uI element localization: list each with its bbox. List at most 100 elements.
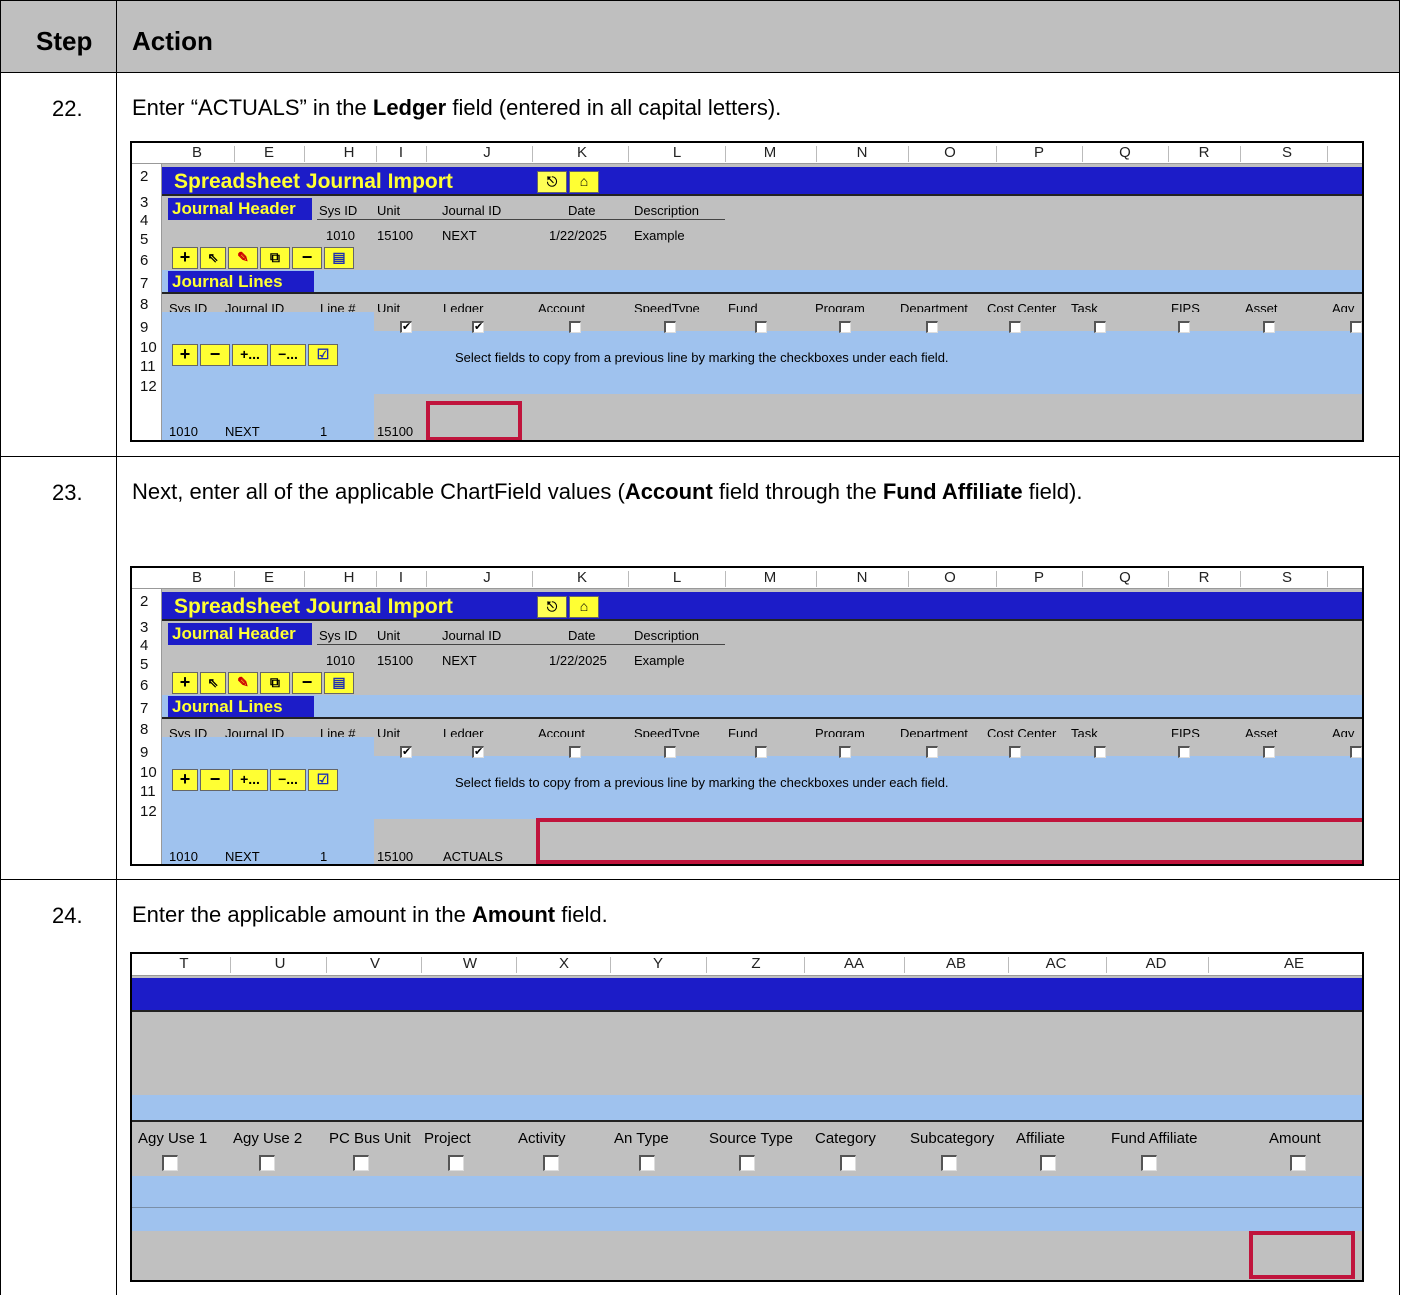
field-fund-affiliate: Fund Affiliate [1111, 1130, 1198, 1147]
checkbox-unit[interactable]: ✔ [400, 746, 412, 758]
chartfield-cells-highlight[interactable] [536, 818, 1362, 864]
copy-icon[interactable]: ⧉ [260, 672, 290, 694]
checkbox-speedtype[interactable] [664, 746, 676, 758]
title-bar [132, 978, 1362, 1010]
checkbox-amount[interactable] [1290, 1155, 1306, 1171]
copy-hint: Select fields to copy from a previous li… [455, 350, 949, 365]
field-agy-use-2: Agy Use 2 [233, 1130, 303, 1147]
checkbox-source-type[interactable] [739, 1155, 755, 1171]
checkbox-speedtype[interactable] [664, 321, 676, 333]
checkbox-fund[interactable] [755, 746, 767, 758]
home-icon[interactable]: ⌂ [569, 171, 599, 193]
checkbox-fund-affiliate[interactable] [1141, 1155, 1157, 1171]
checkbox-affiliate[interactable] [1040, 1155, 1056, 1171]
checkbox-an-type[interactable] [639, 1155, 655, 1171]
import-icon[interactable]: ⎋ [537, 596, 567, 618]
spreadsheet-screenshot: B E H I J K L M N O P Q R S 2 3 4 5 6 7 … [130, 141, 1364, 442]
checkbox-program[interactable] [839, 321, 851, 333]
journal-lines-bar [162, 695, 1362, 717]
checkbox-cost-center[interactable] [1009, 746, 1021, 758]
hdr-value-sys-id: 1010 [326, 653, 355, 668]
checkbox-agy-use-1[interactable] [162, 1155, 178, 1171]
select-icon[interactable]: ⇖ [200, 672, 226, 694]
remove-multiple-icon[interactable]: −... [270, 769, 306, 791]
journal-header-area [132, 1012, 1362, 1095]
checkbox-activity[interactable] [543, 1155, 559, 1171]
checkbox-department[interactable] [926, 321, 938, 333]
remove-line-icon[interactable]: − [200, 344, 230, 366]
list-icon[interactable]: ▤ [324, 247, 354, 269]
checkbox-program[interactable] [839, 746, 851, 758]
column-header-bar: T U V W X Y Z AA AB AC AD AE [132, 954, 1362, 976]
field-source-type: Source Type [709, 1130, 793, 1147]
step-instruction: Enter the applicable amount in the Amoun… [132, 902, 608, 927]
list-icon[interactable]: ▤ [324, 672, 354, 694]
checkbox-ledger[interactable]: ✔ [472, 746, 484, 758]
hdr-journal-id: Journal ID [442, 628, 502, 643]
add-icon[interactable]: + [172, 247, 198, 269]
checkbox-project[interactable] [448, 1155, 464, 1171]
line-journal-id: NEXT [225, 424, 260, 439]
checkbox-cost-center[interactable] [1009, 321, 1021, 333]
data-row-area [132, 1231, 1362, 1280]
checkbox-subcategory[interactable] [941, 1155, 957, 1171]
checkbox-fund[interactable] [755, 321, 767, 333]
checkbox-fips[interactable] [1178, 321, 1190, 333]
checkbox-ledger[interactable]: ✔ [472, 321, 484, 333]
field-activity: Activity [518, 1130, 566, 1147]
line-unit: 15100 [377, 424, 414, 439]
hdr-value-sys-id: 1010 [326, 228, 355, 243]
step-instruction: Next, enter all of the applicable ChartF… [132, 479, 1083, 504]
import-icon[interactable]: ⎋ [537, 171, 567, 193]
checkbox-task[interactable] [1094, 746, 1106, 758]
field-project: Project [424, 1130, 471, 1147]
remove-line-icon[interactable]: − [200, 769, 230, 791]
checkbox-account[interactable] [569, 746, 581, 758]
remove-multiple-icon[interactable]: −... [270, 344, 306, 366]
add-multiple-icon[interactable]: +... [232, 344, 268, 366]
select-icon[interactable]: ⇖ [200, 247, 226, 269]
add-icon[interactable]: + [172, 672, 198, 694]
journal-lines-label: Journal Lines [172, 272, 283, 291]
checkbox-department[interactable] [926, 746, 938, 758]
copy-icon[interactable]: ⧉ [260, 247, 290, 269]
checkbox-asset[interactable] [1263, 321, 1275, 333]
checkbox-agy[interactable] [1350, 746, 1362, 758]
line-journal-id: NEXT [225, 849, 260, 864]
add-multiple-icon[interactable]: +... [232, 769, 268, 791]
copy-area [132, 1176, 1362, 1208]
add-line-icon[interactable]: + [172, 769, 198, 791]
remove-icon[interactable]: − [292, 247, 322, 269]
field-subcategory: Subcategory [910, 1130, 995, 1147]
spreadsheet-screenshot-continued: T U V W X Y Z AA AB AC AD AE Agy Use 1 A… [130, 952, 1364, 1282]
checkbox-task[interactable] [1094, 321, 1106, 333]
edit-icon[interactable]: ✎ [228, 672, 258, 694]
amount-cell-highlight[interactable] [1249, 1231, 1355, 1279]
hdr-value-description: Example [634, 228, 685, 243]
header-action: Action [132, 26, 213, 56]
checkbox-category[interactable] [840, 1155, 856, 1171]
validate-icon[interactable]: ☑ [308, 769, 338, 791]
hdr-unit: Unit [377, 203, 401, 218]
add-line-icon[interactable]: + [172, 344, 198, 366]
checkbox-unit[interactable]: ✔ [400, 321, 412, 333]
journal-header-label: Journal Header [172, 624, 296, 643]
checkbox-agy[interactable] [1350, 321, 1362, 333]
checkbox-agy-use-2[interactable] [259, 1155, 275, 1171]
hdr-description: Description [634, 628, 700, 643]
step-number: 22. [52, 96, 83, 121]
remove-icon[interactable]: − [292, 672, 322, 694]
home-icon[interactable]: ⌂ [569, 596, 599, 618]
journal-header-label: Journal Header [172, 199, 296, 218]
hdr-date: Date [568, 628, 596, 643]
checkbox-asset[interactable] [1263, 746, 1275, 758]
validate-icon[interactable]: ☑ [308, 344, 338, 366]
checkbox-fips[interactable] [1178, 746, 1190, 758]
checkbox-account[interactable] [569, 321, 581, 333]
journal-lines-bar [162, 270, 1362, 292]
edit-icon[interactable]: ✎ [228, 247, 258, 269]
ledger-cell-highlight[interactable] [426, 401, 522, 440]
checkbox-pc-bus-unit[interactable] [353, 1155, 369, 1171]
step-number: 23. [52, 480, 83, 505]
line-ledger: ACTUALS [443, 849, 503, 864]
